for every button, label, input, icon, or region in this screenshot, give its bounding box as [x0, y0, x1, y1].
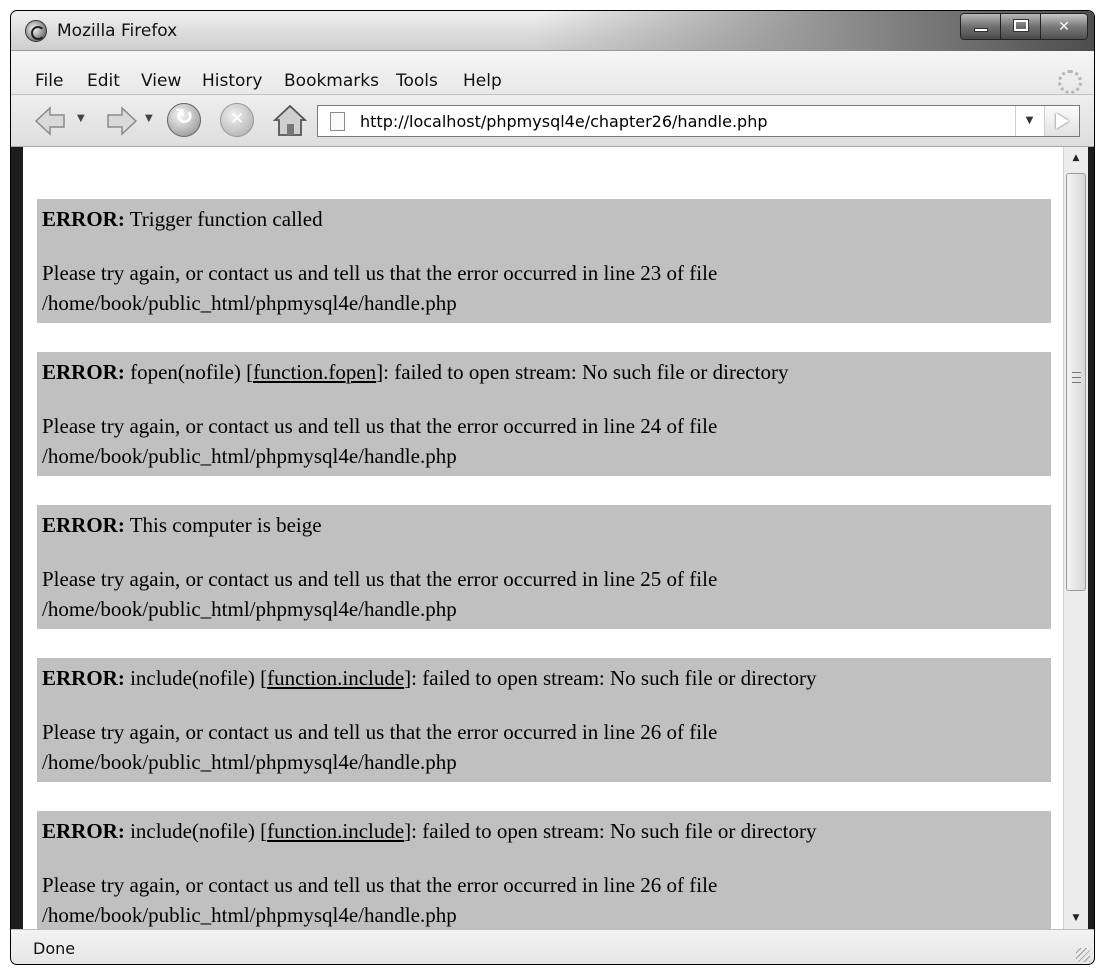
error-detail: Please try again, or contact us and tell… [42, 261, 718, 285]
firefox-icon [25, 20, 47, 42]
error-file: /home/book/public_html/phpmysql4e/handle… [42, 750, 457, 774]
stop-icon[interactable] [220, 103, 254, 137]
go-icon[interactable] [1044, 106, 1079, 136]
error-label: ERROR: [42, 360, 125, 384]
reload-icon[interactable] [167, 103, 201, 137]
page-content: ERROR: Trigger function called Please tr… [23, 147, 1063, 929]
menu-view[interactable]: View [141, 71, 181, 91]
scroll-thumb[interactable] [1066, 173, 1086, 591]
close-icon: ✕ [1058, 18, 1070, 35]
back-icon[interactable] [33, 104, 67, 138]
error-message: ERROR: Trigger function called [42, 207, 323, 231]
minimize-button[interactable] [961, 14, 1001, 39]
error-message: ERROR: fopen(nofile) [function.fopen]: f… [42, 360, 789, 384]
menu-bookmarks[interactable]: Bookmarks [284, 71, 379, 91]
minimize-icon [974, 28, 988, 32]
vertical-scrollbar[interactable]: ▲ ▼ [1063, 147, 1088, 929]
menu-bar: File Edit View History Bookmarks Tools H… [11, 51, 1094, 95]
status-text: Done [33, 939, 76, 958]
status-bar: Done [11, 929, 1094, 964]
error-block: ERROR: fopen(nofile) [function.fopen]: f… [37, 352, 1051, 476]
error-detail: Please try again, or contact us and tell… [42, 414, 718, 438]
scroll-up-icon[interactable]: ▲ [1064, 147, 1088, 169]
home-icon[interactable] [271, 101, 309, 139]
error-block: ERROR: This computer is beige Please try… [37, 505, 1051, 629]
resize-grip-icon[interactable] [1076, 948, 1090, 962]
function-fopen-link[interactable]: function.fopen [253, 360, 376, 384]
scroll-down-icon[interactable]: ▼ [1064, 907, 1088, 929]
page-icon [330, 112, 345, 131]
error-label: ERROR: [42, 666, 125, 690]
maximize-button[interactable] [1001, 14, 1041, 39]
error-file: /home/book/public_html/phpmysql4e/handle… [42, 597, 457, 621]
url-dropdown-icon[interactable]: ▼ [1015, 106, 1043, 136]
error-file: /home/book/public_html/phpmysql4e/handle… [42, 903, 457, 927]
error-block: ERROR: include(nofile) [function.include… [37, 811, 1051, 929]
forward-icon[interactable] [105, 104, 139, 138]
menu-history[interactable]: History [202, 71, 262, 91]
grip-icon [1072, 372, 1081, 387]
close-button[interactable]: ✕ [1041, 14, 1087, 39]
error-message: ERROR: This computer is beige [42, 513, 322, 537]
back-dropdown-icon[interactable]: ▼ [77, 113, 85, 124]
forward-dropdown-icon[interactable]: ▼ [145, 113, 153, 124]
address-bar[interactable]: http://localhost/phpmysql4e/chapter26/ha… [317, 105, 1080, 137]
error-label: ERROR: [42, 513, 125, 537]
error-file: /home/book/public_html/phpmysql4e/handle… [42, 444, 457, 468]
error-message: ERROR: include(nofile) [function.include… [42, 666, 817, 690]
menu-edit[interactable]: Edit [87, 71, 120, 91]
window-title: Mozilla Firefox [57, 21, 178, 41]
error-block: ERROR: include(nofile) [function.include… [37, 658, 1051, 782]
error-message: ERROR: include(nofile) [function.include… [42, 819, 817, 843]
menu-help[interactable]: Help [463, 71, 502, 91]
browser-window: Mozilla Firefox ✕ File Edit View History… [10, 10, 1095, 965]
title-bar: Mozilla Firefox ✕ [11, 11, 1094, 51]
maximize-icon [1013, 19, 1029, 32]
function-include-link[interactable]: function.include [267, 666, 404, 690]
menu-file[interactable]: File [35, 71, 63, 91]
navigation-toolbar: ▼ ▼ http://localhost/phpmysql4e/chapter2… [11, 95, 1094, 147]
menu-tools[interactable]: Tools [396, 71, 438, 91]
error-detail: Please try again, or contact us and tell… [42, 720, 718, 744]
error-detail: Please try again, or contact us and tell… [42, 567, 718, 591]
error-file: /home/book/public_html/phpmysql4e/handle… [42, 291, 457, 315]
window-controls: ✕ [960, 13, 1088, 40]
error-label: ERROR: [42, 819, 125, 843]
throbber-icon [1058, 70, 1082, 94]
function-include-link[interactable]: function.include [267, 819, 404, 843]
error-label: ERROR: [42, 207, 125, 231]
url-text[interactable]: http://localhost/phpmysql4e/chapter26/ha… [360, 112, 768, 131]
error-block: ERROR: Trigger function called Please tr… [37, 199, 1051, 323]
error-detail: Please try again, or contact us and tell… [42, 873, 718, 897]
